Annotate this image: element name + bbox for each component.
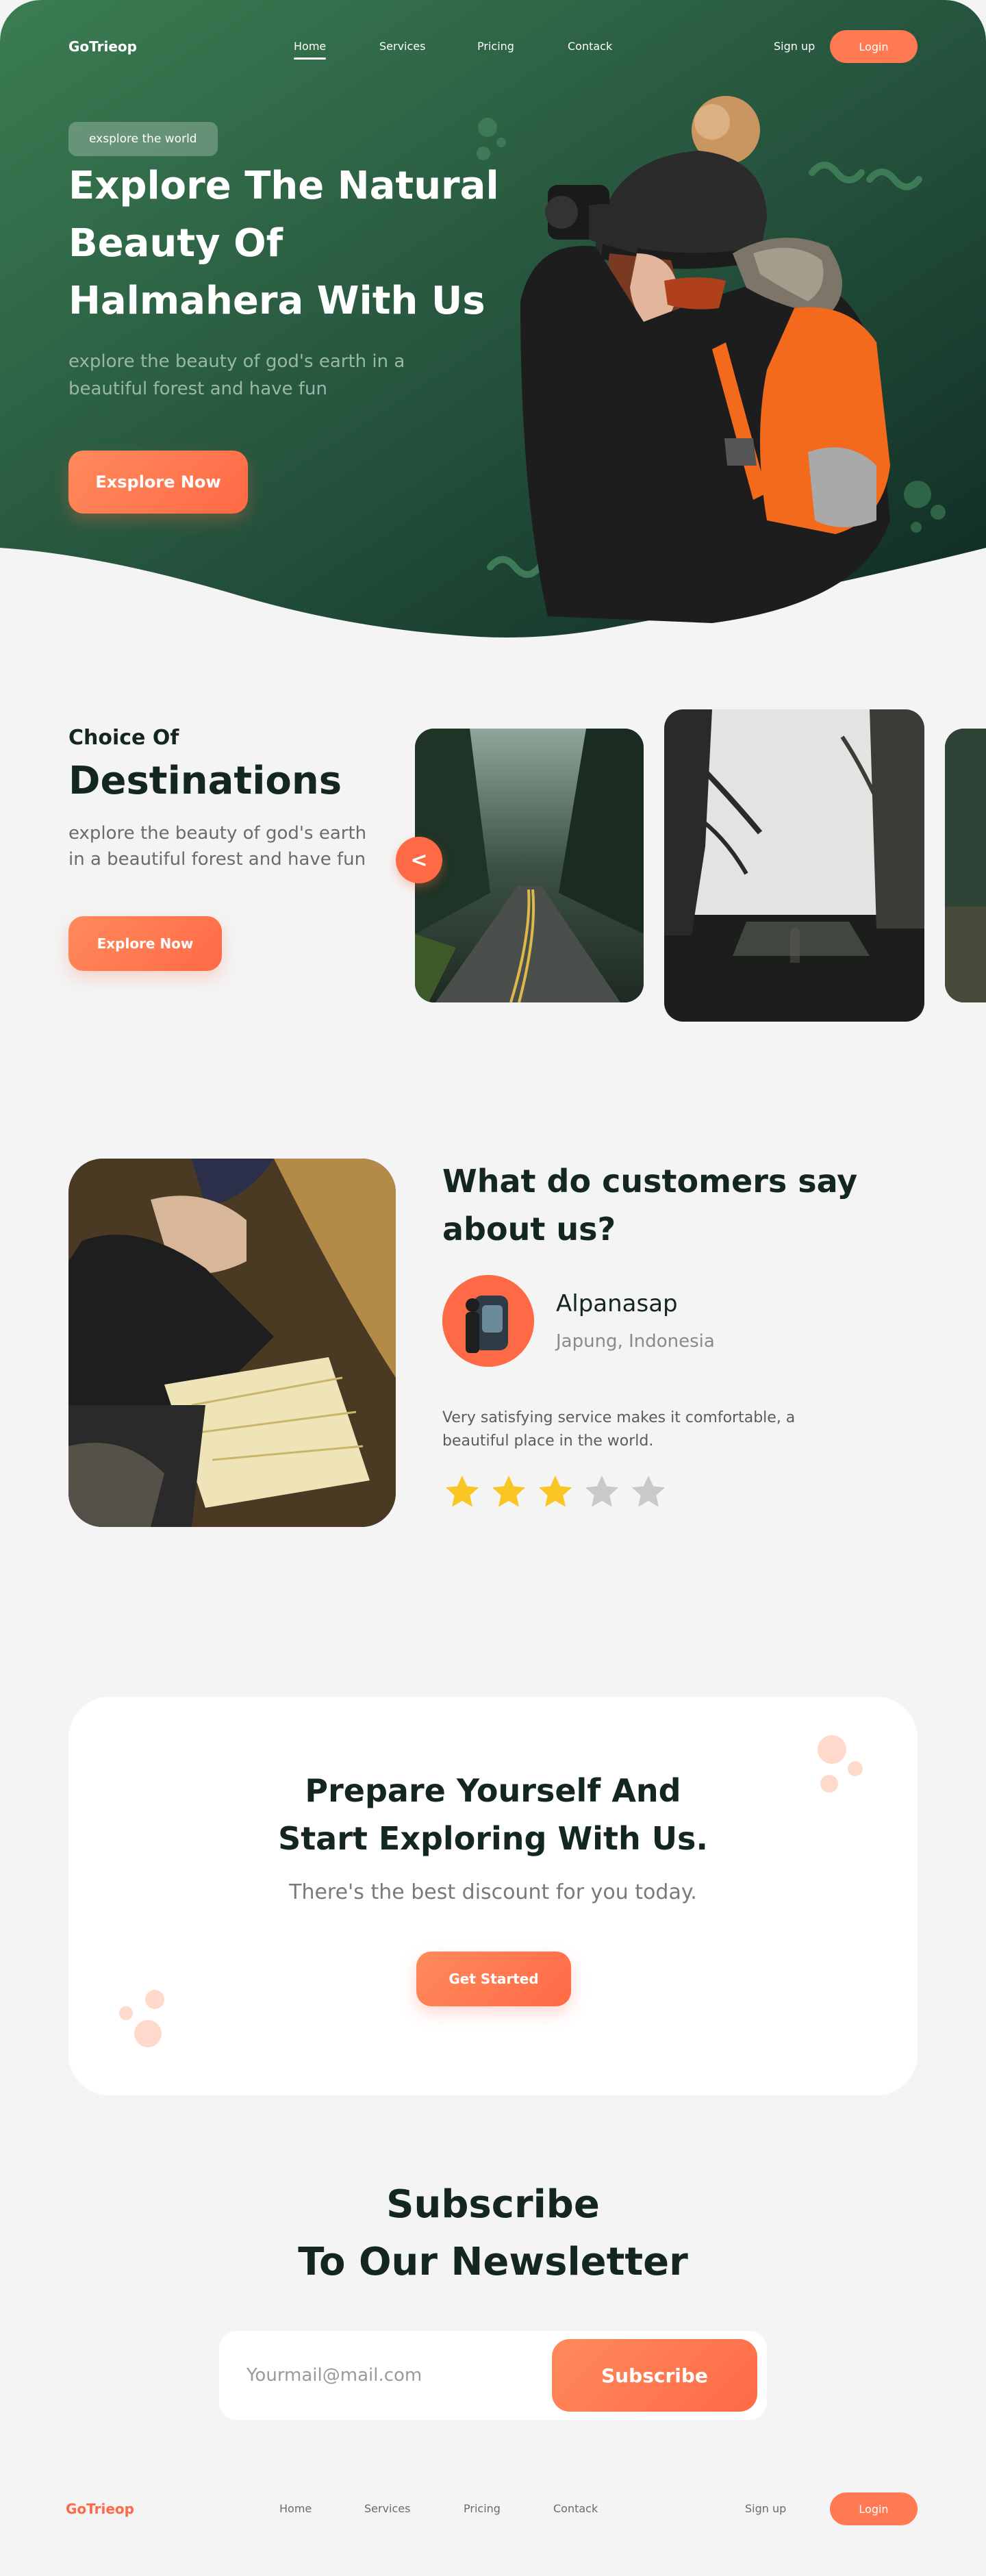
cta-subtitle: There's the best discount for you today. (289, 1880, 697, 1904)
decor-dot (145, 1990, 164, 2009)
decor-dot (818, 1735, 846, 1764)
testimonial-quote: Very satisfying service makes it comfort… (442, 1409, 796, 1450)
destinations-title: Destinations (68, 759, 342, 803)
nav-contact-link[interactable]: Contack (568, 40, 612, 53)
star-empty-icon (631, 1475, 666, 1507)
destinations-subtitle: explore the beauty of god's earth in a b… (68, 823, 367, 870)
cta-title-line1: Prepare Yourself And (305, 1772, 681, 1809)
cta-title: Prepare Yourself And Start Exploring Wit… (68, 1767, 918, 1862)
get-started-button[interactable]: Get Started (416, 1952, 571, 2006)
destination-card-road[interactable] (415, 729, 644, 1002)
newsletter-form: Subscribe (219, 2331, 767, 2420)
customer-name: Alpanasap (556, 1290, 678, 1317)
nav-services-link[interactable]: Services (379, 40, 425, 53)
footer-home-link[interactable]: Home (279, 2502, 312, 2515)
carousel-prev-button[interactable]: < (396, 837, 442, 883)
footer-signup-link[interactable]: Sign up (745, 2502, 786, 2515)
cta-title-line2: Start Exploring With Us. (278, 1820, 708, 1857)
destination-card-lake[interactable] (664, 709, 924, 1022)
hero-title: Explore The Natural Beauty Of Halmahera … (68, 164, 499, 323)
email-field[interactable] (246, 2351, 534, 2399)
star-filled-icon (445, 1475, 479, 1507)
foggy-forest-image (664, 709, 924, 1022)
testimonial-title: What do customers say about us? (442, 1163, 858, 1248)
signup-link[interactable]: Sign up (774, 40, 815, 53)
decor-dot (134, 2020, 162, 2047)
star-empty-icon (585, 1475, 619, 1507)
hero-tag-badge: exsplore the world (68, 122, 218, 156)
customer-location: Japung, Indonesia (556, 1331, 715, 1352)
subscribe-button[interactable]: Subscribe (552, 2339, 757, 2412)
destinations-kicker: Choice Of (68, 726, 179, 750)
customer-avatar (442, 1275, 534, 1367)
destination-card-partial[interactable] (945, 729, 986, 1002)
cta-card: Prepare Yourself And Start Exploring Wit… (68, 1697, 918, 2095)
footer-login-button[interactable]: Login (830, 2492, 918, 2525)
hero-subtitle: explore the beauty of god's earth in a b… (68, 351, 405, 399)
testimonial-photo (68, 1159, 396, 1527)
footer-pricing-link[interactable]: Pricing (464, 2502, 501, 2515)
footer-services-link[interactable]: Services (364, 2502, 410, 2515)
landing-page: GoTrieop Home Services Pricing Contack S… (0, 0, 986, 2576)
hero-hiker-image (520, 96, 890, 623)
forest-partial-image (945, 729, 986, 1002)
chevron-left-icon: < (410, 848, 428, 872)
star-filled-icon (538, 1475, 572, 1507)
star-filled-icon (492, 1475, 526, 1507)
top-navbar: GoTrieop Home Services Pricing Contack S… (0, 0, 986, 93)
nav-home-link[interactable]: Home (294, 40, 327, 60)
footer-contact-link[interactable]: Contack (553, 2502, 598, 2515)
login-button[interactable]: Login (830, 30, 918, 63)
newsletter-title-line1: Subscribe (386, 2182, 600, 2227)
hero-explore-button[interactable]: Exsplore Now (68, 451, 248, 514)
decor-dot (119, 2006, 133, 2020)
hero-section: GoTrieop Home Services Pricing Contack S… (0, 0, 986, 651)
newsletter-title: Subscribe To Our Newsletter (0, 2176, 986, 2291)
star-rating (442, 1472, 675, 1513)
forest-road-image (415, 729, 644, 1002)
destinations-explore-button[interactable]: Explore Now (68, 916, 222, 971)
map-reader-image (68, 1159, 396, 1527)
nav-pricing-link[interactable]: Pricing (477, 40, 514, 53)
footer-logo[interactable]: GoTrieop (66, 2501, 134, 2517)
newsletter-title-line2: To Our Newsletter (298, 2240, 688, 2284)
